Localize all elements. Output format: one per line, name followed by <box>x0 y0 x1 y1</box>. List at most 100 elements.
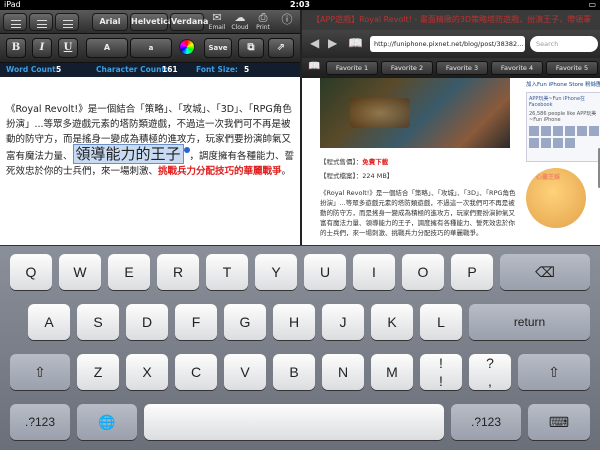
favorite-5[interactable]: Favorite 5 <box>546 61 598 75</box>
key-v[interactable]: V <box>224 354 266 390</box>
size-info: 【程式檔案】：224 MB】 <box>320 172 394 180</box>
keyboard: Q W E R T Y U I O P ⌫ A S D F G H J K L … <box>0 245 600 450</box>
key-x[interactable]: X <box>126 354 168 390</box>
key-p[interactable]: P <box>451 254 493 290</box>
font-size-label: Font Size: <box>196 65 238 74</box>
key-a[interactable]: A <box>28 304 70 340</box>
key-t[interactable]: T <box>206 254 248 290</box>
paste-button[interactable]: ⧉ <box>238 38 264 58</box>
align-right-button[interactable] <box>55 13 79 31</box>
key-o[interactable]: O <box>402 254 444 290</box>
mascot-image: 心畫芝娛 <box>526 168 586 228</box>
sidebar-header[interactable]: 加入Fun iPhone Store 粉絲團 <box>526 80 600 88</box>
price-info: 【程式售價】：免費下載 <box>320 158 389 166</box>
shift-left-key[interactable]: ⇧ <box>10 354 70 390</box>
bold-button[interactable]: B <box>6 38 26 58</box>
shift-icon: ⇧ <box>34 364 46 380</box>
browser-pane: 【APP遊戲】Royal Revolt! - 畫面精緻的3D策略塔防遊戲，扮演王… <box>300 10 600 245</box>
key-r[interactable]: R <box>157 254 199 290</box>
favorite-4[interactable]: Favorite 4 <box>491 61 543 75</box>
cloud-button[interactable]: ☁ Cloud <box>229 11 251 32</box>
char-count-label: Character Count: <box>96 65 169 74</box>
key-h[interactable]: H <box>273 304 315 340</box>
key-j[interactable]: J <box>322 304 364 340</box>
key-w[interactable]: W <box>59 254 101 290</box>
favorite-1[interactable]: Favorite 1 <box>326 61 378 75</box>
key-y[interactable]: Y <box>255 254 297 290</box>
selected-text[interactable]: 領導能力的王子 <box>72 144 184 164</box>
cloud-icon: ☁ <box>234 11 246 24</box>
font-helvetica-button[interactable]: Helvetica <box>130 13 173 31</box>
font-size-down-button[interactable]: a <box>130 38 172 58</box>
key-m[interactable]: M <box>371 354 413 390</box>
key-e[interactable]: E <box>108 254 150 290</box>
url-input[interactable]: http://funiphone.pixnet.net/blog/post/38… <box>370 36 525 52</box>
align-left-button[interactable] <box>3 13 27 31</box>
return-key[interactable]: return <box>469 304 590 340</box>
forward-icon[interactable]: ▶ <box>328 36 337 50</box>
document-text[interactable]: 《Royal Revolt!》是一個結合「策略」、「攻城」、「3D」、「RPG角… <box>6 102 296 179</box>
shift-icon: ⇧ <box>548 364 560 380</box>
web-content[interactable]: 【程式售價】：免費下載 【程式檔案】：224 MB】 《Royal Revolt… <box>302 78 600 245</box>
key-q[interactable]: Q <box>10 254 52 290</box>
editor-toolbar-format: B I U A a Save ⧉ ⇗ <box>0 34 300 63</box>
stats-bar: Word Count: 5 Character Count: 161 Font … <box>0 63 300 77</box>
status-bar: iPad 2:03 ▭ <box>0 0 600 10</box>
editor-toolbar-top: Arial Helvetica Verdana ✉ Email ☁ Cloud ⎙ P… <box>0 10 300 34</box>
editor-pane: Arial Helvetica Verdana ✉ Email ☁ Cloud ⎙ P… <box>0 10 300 245</box>
bookmarks-icon[interactable]: 📖 <box>348 36 363 50</box>
search-input[interactable]: Search <box>530 36 598 52</box>
key-k[interactable]: K <box>371 304 413 340</box>
keyboard-icon: ⌨ <box>548 414 570 430</box>
facebook-count: 26,586 people like APP玩美~Fun iPhone <box>529 111 597 123</box>
share-button[interactable]: ⇗ <box>268 38 294 58</box>
key-i[interactable]: I <box>353 254 395 290</box>
facebook-widget[interactable]: APP玩美~Fun iPhone在Facebook 26,586 people … <box>526 92 600 162</box>
save-button[interactable]: Save <box>204 38 232 58</box>
print-icon: ⎙ <box>258 11 268 24</box>
paste-icon: ⧉ <box>247 42 255 53</box>
key-l[interactable]: L <box>420 304 462 340</box>
font-size-up-button[interactable]: A <box>86 38 128 58</box>
key-u[interactable]: U <box>304 254 346 290</box>
game-screenshot <box>320 78 510 148</box>
key-d[interactable]: D <box>126 304 168 340</box>
key-f[interactable]: F <box>175 304 217 340</box>
numbers-right-key[interactable]: .?123 <box>451 404 521 440</box>
underline-button[interactable]: U <box>58 38 78 58</box>
dismiss-keyboard-key[interactable]: ⌨ <box>528 404 590 440</box>
backspace-icon: ⌫ <box>535 264 555 280</box>
key-b[interactable]: B <box>273 354 315 390</box>
backspace-key[interactable]: ⌫ <box>500 254 590 290</box>
price-link[interactable]: 免費下載 <box>362 158 388 166</box>
key-n[interactable]: N <box>322 354 364 390</box>
word-count-label: Word Count: <box>6 65 59 74</box>
favorite-3[interactable]: Favorite 3 <box>436 61 488 75</box>
facebook-title: APP玩美~Fun iPhone在Facebook <box>529 96 586 108</box>
print-button[interactable]: ⎙ Print <box>252 11 274 32</box>
align-center-button[interactable] <box>29 13 53 31</box>
shift-right-key[interactable]: ⇧ <box>518 354 590 390</box>
italic-button[interactable]: I <box>32 38 52 58</box>
info-button[interactable]: ⓘ <box>276 14 298 26</box>
globe-key[interactable]: 🌐 <box>77 404 137 440</box>
key-z[interactable]: Z <box>77 354 119 390</box>
key-comma[interactable]: ?, <box>469 354 511 390</box>
font-arial-button[interactable]: Arial <box>92 13 128 31</box>
numbers-left-key[interactable]: .?123 <box>10 404 70 440</box>
email-button[interactable]: ✉ Email <box>206 12 228 32</box>
key-exclamation[interactable]: !! <box>420 354 462 390</box>
favorite-2[interactable]: Favorite 2 <box>381 61 433 75</box>
battery-icon: ▭ <box>588 0 596 9</box>
browser-nav: ◀ ▶ 📖 http://funiphone.pixnet.net/blog/p… <box>302 30 600 58</box>
color-picker-icon[interactable] <box>179 39 195 55</box>
space-key[interactable] <box>144 404 444 440</box>
key-s[interactable]: S <box>77 304 119 340</box>
font-verdana-button[interactable]: Verdana <box>170 13 208 31</box>
doc-red-text: 挑戰兵力分配技巧的華麗戰爭 <box>158 166 282 177</box>
back-icon[interactable]: ◀ <box>310 36 319 50</box>
key-g[interactable]: G <box>224 304 266 340</box>
favorites-icon[interactable]: 📖 <box>308 61 320 72</box>
key-c[interactable]: C <box>175 354 217 390</box>
font-size-value: 5 <box>244 65 250 74</box>
